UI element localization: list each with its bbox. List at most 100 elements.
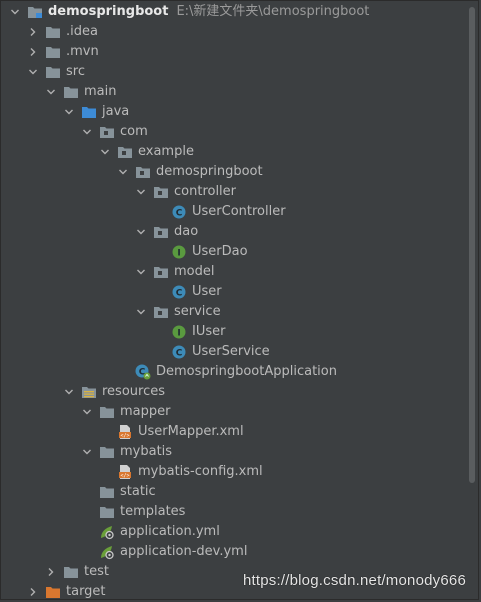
tree-row[interactable]: static	[81, 482, 156, 502]
chevron-down-icon[interactable]	[81, 402, 93, 422]
tree-row[interactable]: demospringboot	[117, 162, 263, 182]
folder-icon	[45, 44, 61, 60]
package-icon	[117, 144, 133, 160]
tree-row[interactable]: I IUser	[153, 322, 225, 342]
class-icon: C	[171, 204, 187, 220]
tree-item-label: mybatis-config.xml	[138, 464, 263, 479]
tree-item-label: target	[66, 584, 106, 599]
tree-row[interactable]: templates	[81, 502, 185, 522]
tree-row[interactable]: .idea	[27, 22, 98, 42]
chevron-down-icon[interactable]	[117, 162, 129, 182]
svg-text:I: I	[177, 329, 180, 339]
chevron-down-icon[interactable]	[81, 442, 93, 462]
tree-row[interactable]: </> mybatis-config.xml	[99, 462, 263, 482]
chevron-down-icon[interactable]	[63, 102, 75, 122]
chevron-down-icon[interactable]	[135, 182, 147, 202]
xml-file-icon: </>	[117, 464, 133, 480]
tree-row[interactable]: mapper	[81, 402, 170, 422]
yaml-config-icon	[99, 524, 115, 540]
chevron-down-icon[interactable]	[45, 82, 57, 102]
tree-item-label: resources	[102, 384, 166, 399]
chevron-down-icon[interactable]	[135, 222, 147, 242]
folder-icon	[63, 84, 79, 100]
tree-row[interactable]: target	[27, 582, 106, 599]
tree-row[interactable]: controller	[135, 182, 236, 202]
package-icon	[99, 124, 115, 140]
package-icon	[153, 264, 169, 280]
tree-row[interactable]: resources	[63, 382, 165, 402]
package-icon	[153, 304, 169, 320]
tree-row[interactable]: mybatis	[81, 442, 172, 462]
tree-row[interactable]: model	[135, 262, 214, 282]
package-icon	[135, 164, 151, 180]
tree-row[interactable]: dao	[135, 222, 198, 242]
tree-item-label: service	[174, 304, 221, 319]
tree-item-label: mapper	[120, 404, 171, 419]
chevron-right-icon[interactable]	[27, 582, 39, 599]
tree-item-label: demospringboot	[156, 164, 263, 179]
tree-row[interactable]: demospringboot E:\新建文件夹\demospringboot	[9, 2, 369, 22]
chevron-right-icon[interactable]	[27, 22, 39, 42]
tree-row[interactable]: C User	[153, 282, 222, 302]
svg-text:I: I	[177, 249, 180, 259]
tree-row[interactable]: com	[81, 122, 148, 142]
chevron-right-icon[interactable]	[27, 42, 39, 62]
tree-row[interactable]: service	[135, 302, 221, 322]
tree-item-label: .mvn	[66, 44, 99, 59]
tree-item-label: User	[192, 284, 222, 299]
chevron-down-icon[interactable]	[99, 142, 111, 162]
tree-item-label: example	[138, 144, 194, 159]
tree-item-label: UserController	[192, 204, 286, 219]
folder-icon	[99, 504, 115, 520]
tree-item-label: IUser	[192, 324, 226, 339]
tree-row[interactable]: main	[45, 82, 116, 102]
svg-text:</>: </>	[120, 433, 129, 439]
svg-text:C: C	[176, 349, 183, 359]
tree-item-label: main	[84, 84, 117, 99]
tree-row[interactable]: application-dev.yml	[81, 542, 247, 562]
project-tree-panel: demospringboot E:\新建文件夹\demospringboot .id…	[0, 0, 479, 600]
tree-row[interactable]: src	[27, 62, 85, 82]
tree-item-label: templates	[120, 504, 186, 519]
tree-row[interactable]: C UserController	[153, 202, 286, 222]
module-folder-icon	[27, 4, 43, 20]
interface-icon: I	[171, 324, 187, 340]
tree-item-label: controller	[174, 184, 237, 199]
tree-row[interactable]: </> UserMapper.xml	[99, 422, 244, 442]
tree-row[interactable]: .mvn	[27, 42, 99, 62]
tree-row[interactable]: I UserDao	[153, 242, 248, 262]
folder-icon	[63, 564, 79, 580]
chevron-down-icon[interactable]	[81, 122, 93, 142]
tree-item-label: mybatis	[120, 444, 173, 459]
tree-row[interactable]: C DemospringbootApplication	[117, 362, 337, 382]
chevron-down-icon[interactable]	[27, 62, 39, 82]
chevron-down-icon[interactable]	[135, 302, 147, 322]
svg-text:</>: </>	[120, 473, 129, 479]
folder-icon	[45, 24, 61, 40]
tree-item-label: com	[120, 124, 148, 139]
class-icon: C	[171, 344, 187, 360]
chevron-right-icon[interactable]	[45, 562, 57, 582]
tree-item-label: test	[84, 564, 109, 579]
svg-text:C: C	[176, 289, 183, 299]
chevron-down-icon[interactable]	[9, 2, 21, 22]
vertical-scrollbar[interactable]	[469, 7, 475, 483]
tree-row[interactable]: example	[99, 142, 194, 162]
tree-row[interactable]: application.yml	[81, 522, 220, 542]
tree-item-label: model	[174, 264, 215, 279]
tree-item-label: UserMapper.xml	[138, 424, 244, 439]
chevron-down-icon[interactable]	[63, 382, 75, 402]
tree-row[interactable]: test	[45, 562, 109, 582]
tree-item-label: dao	[174, 224, 199, 239]
tree-row[interactable]: java	[63, 102, 129, 122]
tree-row[interactable]: C UserService	[153, 342, 270, 362]
chevron-down-icon[interactable]	[135, 262, 147, 282]
